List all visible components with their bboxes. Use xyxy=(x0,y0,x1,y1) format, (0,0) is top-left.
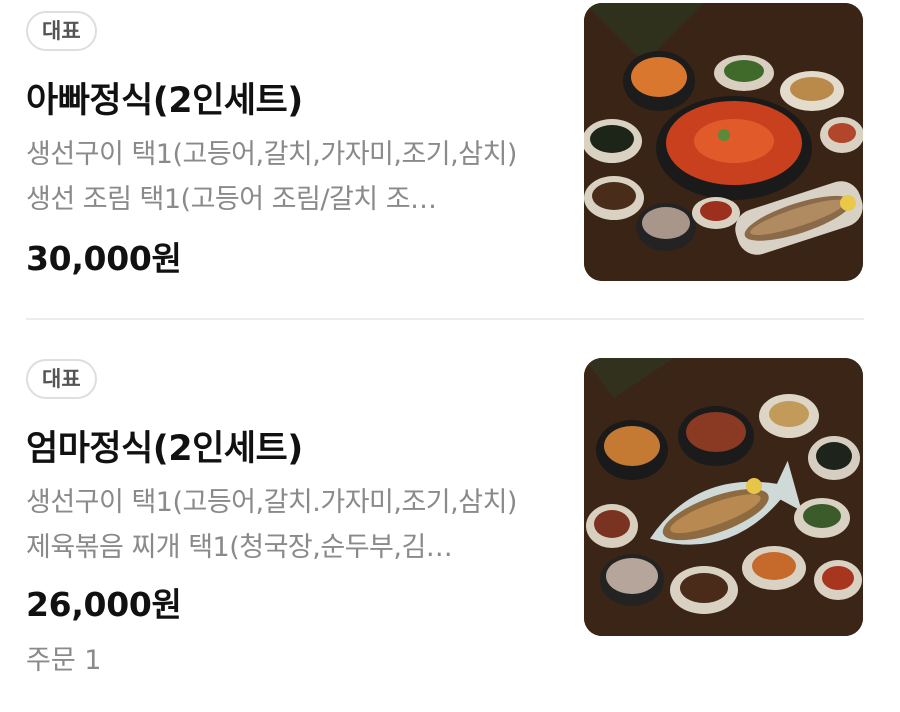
menu-item[interactable]: 대표 아빠정식(2인세트) 생선구이 택1(고등어,갈치,가자미,조기,삼치) … xyxy=(0,0,900,318)
menu-item-title: 엄마정식(2인세트) xyxy=(26,429,303,469)
menu-item-description: 생선구이 택1(고등어,갈치,가자미,조기,삼치) 생선 조림 택1(고등어 조… xyxy=(26,139,517,215)
menu-item-photo[interactable] xyxy=(584,3,863,281)
signature-badge: 대표 xyxy=(26,359,97,399)
order-count: 주문 1 xyxy=(26,645,102,676)
set-meal-illustration xyxy=(584,358,863,636)
menu-item-price: 26,000원 xyxy=(26,585,182,624)
set-meal-illustration xyxy=(584,3,863,281)
menu-item[interactable]: 대표 엄마정식(2인세트) 생선구이 택1(고등어,갈치.가자미,조기,삼치) … xyxy=(0,320,900,712)
menu-item-title: 아빠정식(2인세트) xyxy=(26,81,303,121)
signature-badge: 대표 xyxy=(26,11,97,51)
menu-item-price: 30,000원 xyxy=(26,239,182,278)
menu-list: 대표 아빠정식(2인세트) 생선구이 택1(고등어,갈치,가자미,조기,삼치) … xyxy=(0,0,900,712)
menu-item-description: 생선구이 택1(고등어,갈치.가자미,조기,삼치) 제육볶음 찌개 택1(청국장… xyxy=(26,487,517,563)
menu-item-photo[interactable] xyxy=(584,358,863,636)
